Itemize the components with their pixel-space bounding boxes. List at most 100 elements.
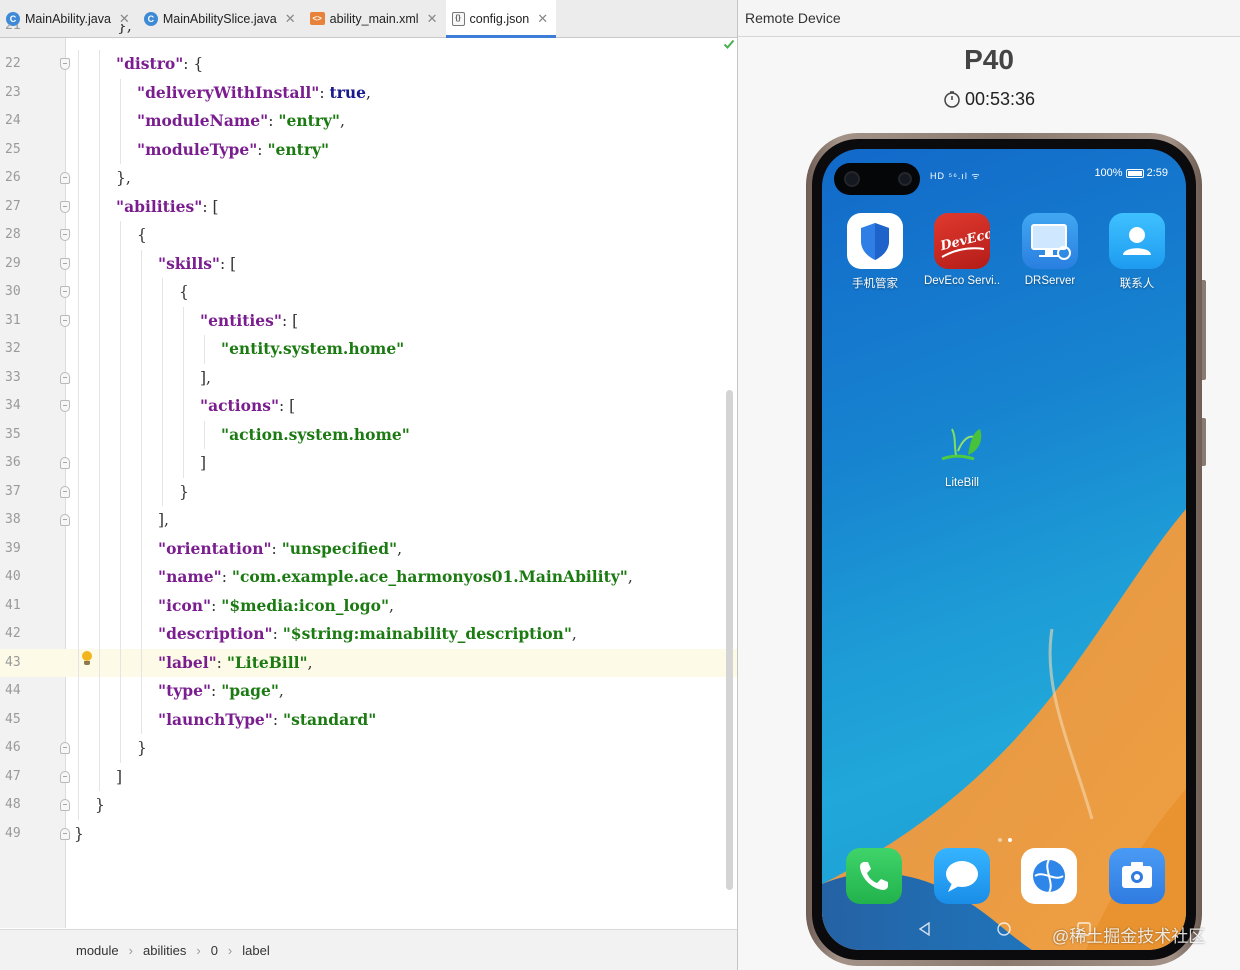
indent-guide [78,392,79,421]
code-line[interactable]: 36] [0,449,737,478]
indent-guide [162,392,163,421]
code-text: } [95,791,105,820]
indent-guide [99,762,100,791]
fold-close-icon[interactable] [60,485,70,498]
code-line[interactable]: 45 "launchType": "standard" [0,705,737,734]
indent-guide [78,164,79,193]
fold-close-icon[interactable] [60,827,70,840]
line-number: 36 [5,455,21,470]
browser-icon[interactable] [1021,848,1077,904]
app-drserver[interactable]: DRServer [1010,213,1090,287]
indent-guide [183,392,184,421]
fold-open-icon[interactable] [60,58,70,70]
indent-guide [99,278,100,307]
line-number: 29 [5,255,21,271]
fold-open-icon[interactable] [60,314,70,327]
code-text: "entity.system.home" [221,335,404,364]
punctuation-token: : [272,710,284,729]
json-key-token: "label" [158,652,217,672]
phone-screen[interactable]: HD ⁵⁶.ıl ᯤ 100% 2:59 手机管家 DevEco DevEco … [822,149,1186,950]
code-text: { [179,278,189,307]
messages-icon[interactable] [934,848,990,904]
fold-open-icon[interactable] [60,229,70,241]
code-line[interactable]: 31 "entities": [ [0,306,737,335]
indent-guide [141,591,142,620]
code-line[interactable]: 30 { [0,278,737,307]
code-line[interactable]: 25 "moduleType": "entry" [0,135,737,164]
app-litebill[interactable]: LiteBill [922,415,1002,489]
code-line[interactable]: 29 "skills": [ [0,249,737,278]
code-text: ] [116,763,122,792]
code-line[interactable]: 43 "label": "LiteBill", [0,648,737,677]
code-line[interactable]: 46} [0,734,737,763]
editor-vertical-scrollbar[interactable] [726,390,733,890]
line-number: 23 [5,84,21,100]
fold-close-icon[interactable] [60,514,70,526]
code-line[interactable]: 38], [0,506,737,535]
breadcrumb-item-module[interactable]: module [76,943,119,958]
code-line[interactable]: 37} [0,477,737,506]
indent-guide [141,335,142,364]
home-circle-icon[interactable] [996,921,1012,937]
app-phone-manager[interactable]: 手机管家 [835,213,915,291]
fold-open-icon[interactable] [60,257,70,270]
breadcrumb-item-index[interactable]: 0 [211,943,218,958]
app-contacts[interactable]: 联系人 [1097,213,1177,291]
code-line[interactable]: 27 "abilities": [ [0,192,737,221]
code-line[interactable]: 47] [0,762,737,792]
code-line[interactable]: 28 { [0,221,737,250]
fold-open-icon[interactable] [60,400,70,412]
fold-open-icon[interactable] [60,200,70,213]
breadcrumb-item-abilities[interactable]: abilities [143,943,186,958]
json-string-token: "$media:icon_logo" [221,595,390,615]
code-line[interactable]: 34 "actions": [ [0,392,737,421]
fold-close-icon[interactable] [60,172,70,184]
indent-guide [162,306,163,335]
indent-guide [120,78,121,107]
back-triangle-icon[interactable] [917,921,933,937]
intention-bulb-icon[interactable] [81,651,93,667]
code-line[interactable]: 22 "distro": { [0,50,737,79]
fold-close-icon[interactable] [60,799,70,811]
indent-guide [141,392,142,421]
code-line[interactable]: 48} [0,791,737,820]
fold-close-icon[interactable] [60,770,70,783]
json-string-token: "page" [221,681,279,700]
indent-guide [141,620,142,649]
code-line[interactable]: 42 "description": "$string:mainability_de… [0,620,737,649]
indent-guide [78,563,79,592]
punctuation-token: : [221,568,232,586]
line-number: 40 [5,569,21,584]
indent-guide [78,534,79,563]
code-line[interactable]: 23 "deliveryWithInstall": true, [0,78,737,107]
indent-guide [183,335,184,364]
fold-close-icon[interactable] [60,742,70,754]
indent-guide [99,135,100,164]
inspection-ok-check-icon[interactable] [723,38,735,50]
fold-open-icon[interactable] [60,286,70,298]
session-timer: 00:53:36 [738,89,1240,110]
indent-guide [120,620,121,649]
line-number: 46 [5,740,21,755]
fold-close-icon[interactable] [60,457,70,469]
phone-call-icon[interactable] [846,848,902,904]
breadcrumb-item-label[interactable]: label [242,943,269,958]
code-line[interactable]: 49} [0,820,737,849]
indent-guide [78,192,79,221]
indent-guide [99,50,100,79]
code-line[interactable]: 41 "icon": "$media:icon_logo", [0,591,737,620]
camera-icon[interactable] [1109,848,1165,904]
code-line[interactable]: 33], [0,363,737,392]
punctuation-token: : [ [202,197,219,216]
code-line[interactable]: 44 "type": "page", [0,677,737,706]
app-deveco-service[interactable]: DevEco DevEco Servi.. [922,213,1002,287]
punctuation-token: : [216,653,227,672]
code-line[interactable]: 35 "action.system.home" [0,420,737,449]
code-line[interactable]: 26}, [0,164,737,193]
code-line[interactable]: 32 "entity.system.home" [0,335,737,364]
fold-close-icon[interactable] [60,371,70,384]
code-line[interactable]: 24 "moduleName": "entry", [0,107,737,136]
code-line[interactable]: 39 "orientation": "unspecified", [0,534,737,563]
code-line[interactable]: 40 "name": "com.example.ace_harmonyos01.M… [0,563,737,592]
line-number: 48 [5,797,21,812]
